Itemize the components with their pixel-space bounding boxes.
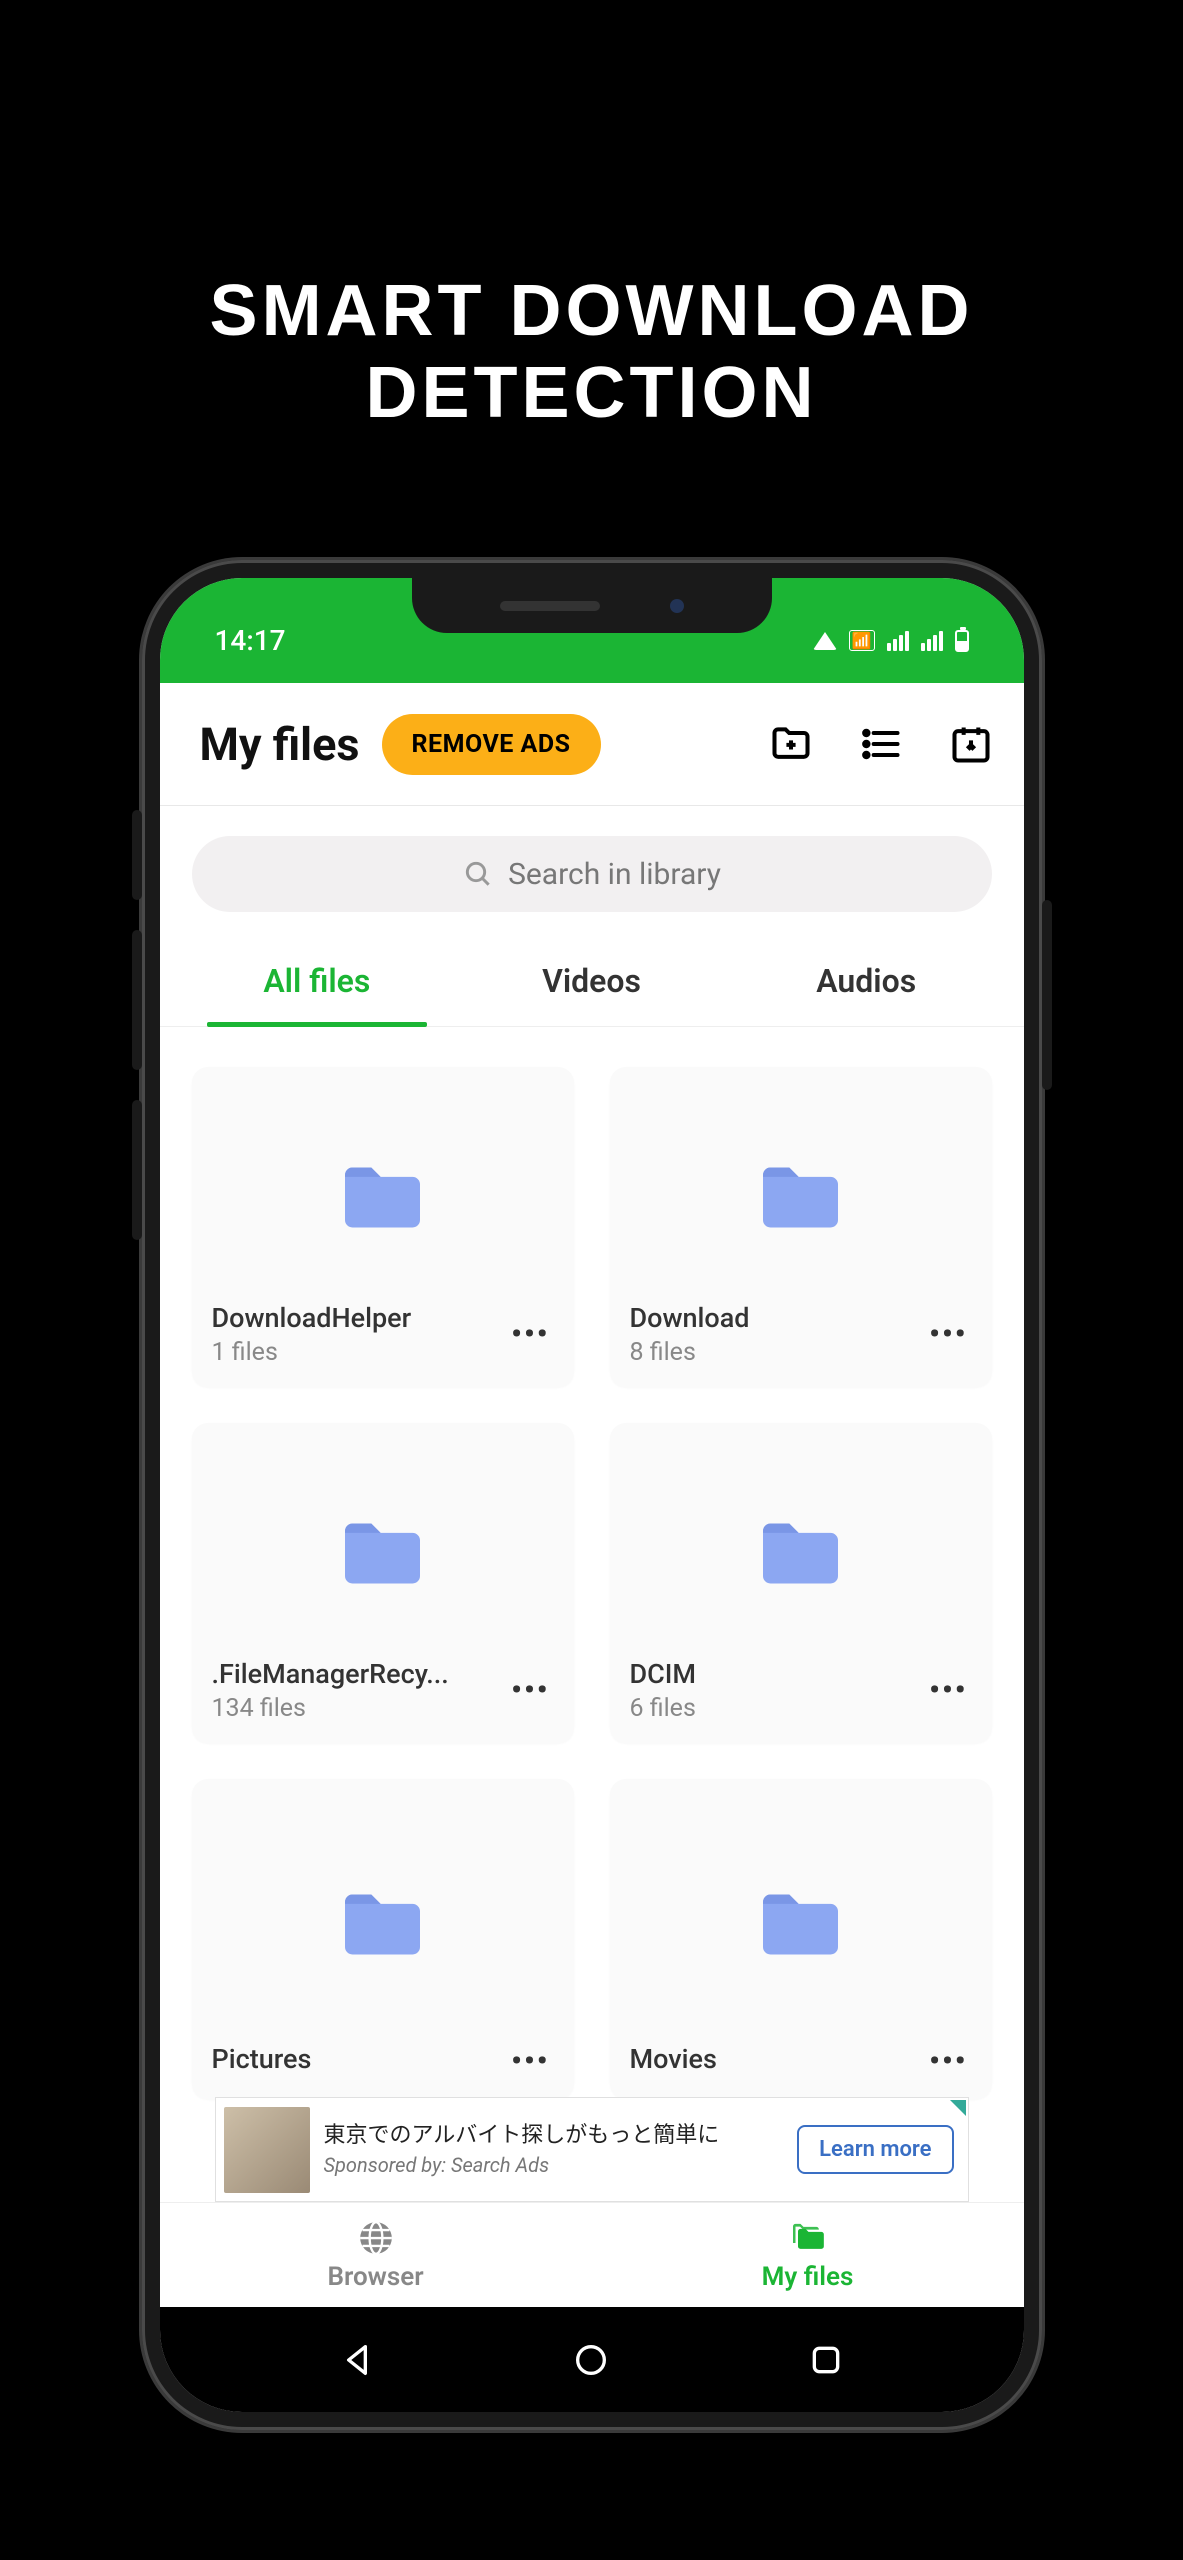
app-header: My files REMOVE ADS bbox=[160, 683, 1024, 806]
phone-frame: 14:17 📶 My files REMOVE ADS bbox=[142, 560, 1042, 2430]
folder-count: 6 files bbox=[630, 1694, 916, 1723]
battery-icon bbox=[955, 630, 969, 652]
signal-icon bbox=[921, 631, 943, 651]
bottom-nav: Browser My files bbox=[160, 2202, 1024, 2307]
folder-count: 134 files bbox=[212, 1694, 498, 1723]
remove-ads-button[interactable]: REMOVE ADS bbox=[382, 714, 601, 775]
front-camera bbox=[670, 599, 684, 613]
volume-down-button bbox=[132, 1100, 142, 1240]
more-options-icon[interactable]: ••• bbox=[507, 1673, 553, 1708]
volume-up-button bbox=[132, 930, 142, 1070]
folder-card[interactable]: DCIM 6 files ••• bbox=[610, 1423, 992, 1743]
search-input[interactable]: Search in library bbox=[192, 836, 992, 912]
folder-icon bbox=[753, 1516, 848, 1591]
folders-icon bbox=[788, 2218, 828, 2258]
nav-label: My files bbox=[762, 2262, 854, 2292]
folder-card[interactable]: DownloadHelper 1 files ••• bbox=[192, 1067, 574, 1387]
add-folder-icon[interactable] bbox=[768, 721, 814, 767]
folder-name: DCIM bbox=[630, 1658, 916, 1690]
nav-my-files[interactable]: My files bbox=[592, 2203, 1024, 2307]
nav-browser[interactable]: Browser bbox=[160, 2203, 592, 2307]
folder-grid: DownloadHelper 1 files ••• Download 8 fi… bbox=[160, 1027, 1024, 2099]
notch bbox=[412, 578, 772, 633]
search-placeholder: Search in library bbox=[508, 857, 721, 892]
signal-icon bbox=[887, 631, 909, 651]
power-button bbox=[1042, 900, 1052, 1090]
ad-banner[interactable]: 東京でのアルバイト探しがもっと簡単に Sponsored by: Search … bbox=[215, 2097, 969, 2202]
home-button[interactable] bbox=[571, 2340, 611, 2380]
folder-name: Pictures bbox=[212, 2043, 498, 2075]
promo-headline: SMART DOWNLOAD DETECTION bbox=[0, 270, 1183, 434]
folder-count: 1 files bbox=[212, 1338, 498, 1367]
calendar-import-icon[interactable] bbox=[948, 721, 994, 767]
folder-name: .FileManagerRecy... bbox=[212, 1658, 498, 1690]
folder-icon bbox=[335, 1160, 430, 1235]
more-options-icon[interactable]: ••• bbox=[925, 1673, 971, 1708]
folder-icon bbox=[753, 1160, 848, 1235]
folder-icon bbox=[753, 1887, 848, 1962]
nav-label: Browser bbox=[327, 2262, 423, 2292]
side-button bbox=[132, 810, 142, 900]
more-options-icon[interactable]: ••• bbox=[925, 1317, 971, 1352]
ad-text: 東京でのアルバイト探しがもっと簡単に bbox=[324, 2122, 784, 2151]
folder-count: 8 files bbox=[630, 1338, 916, 1367]
vowifi-icon: 📶 bbox=[849, 630, 875, 651]
folder-card[interactable]: Pictures ••• bbox=[192, 1779, 574, 2099]
more-options-icon[interactable]: ••• bbox=[507, 1317, 553, 1352]
list-view-icon[interactable] bbox=[858, 721, 904, 767]
wifi-icon bbox=[813, 632, 837, 650]
folder-card[interactable]: Movies ••• bbox=[610, 1779, 992, 2099]
speaker-grille bbox=[500, 601, 600, 611]
folder-icon bbox=[335, 1887, 430, 1962]
tab-audios[interactable]: Audios bbox=[729, 942, 1004, 1026]
more-options-icon[interactable]: ••• bbox=[925, 2044, 971, 2079]
folder-name: Download bbox=[630, 1302, 916, 1334]
tab-all-files[interactable]: All files bbox=[180, 942, 455, 1026]
folder-card[interactable]: .FileManagerRecy... 134 files ••• bbox=[192, 1423, 574, 1743]
more-options-icon[interactable]: ••• bbox=[507, 2044, 553, 2079]
system-nav bbox=[160, 2307, 1024, 2412]
folder-name: DownloadHelper bbox=[212, 1302, 498, 1334]
status-time: 14:17 bbox=[215, 624, 286, 657]
page-title: My files bbox=[200, 718, 360, 771]
back-button[interactable] bbox=[337, 2340, 377, 2380]
search-icon bbox=[462, 858, 494, 890]
tab-videos[interactable]: Videos bbox=[454, 942, 729, 1026]
ad-learn-more-button[interactable]: Learn more bbox=[797, 2125, 953, 2174]
ad-image bbox=[224, 2107, 310, 2193]
folder-icon bbox=[335, 1516, 430, 1591]
folder-name: Movies bbox=[630, 2043, 916, 2075]
ad-info-icon[interactable] bbox=[950, 2100, 966, 2116]
category-tabs: All files Videos Audios bbox=[160, 924, 1024, 1027]
recents-button[interactable] bbox=[806, 2340, 846, 2380]
folder-card[interactable]: Download 8 files ••• bbox=[610, 1067, 992, 1387]
globe-icon bbox=[356, 2218, 396, 2258]
ad-sponsor: Sponsored by: Search Ads bbox=[324, 2153, 784, 2177]
